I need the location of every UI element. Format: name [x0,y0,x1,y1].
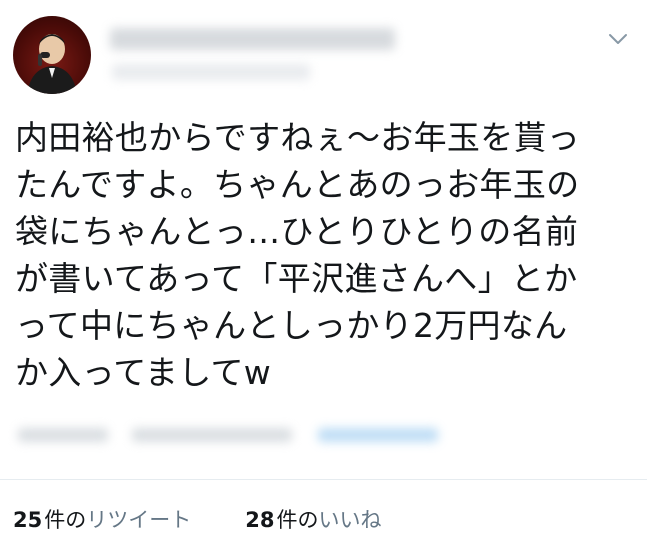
retweet-count-link[interactable]: 25 件の リツイート [13,506,191,534]
like-unit: 件の [276,508,319,532]
tweet-text-line: たんですよ。ちゃんとあのっお年玉の [15,165,580,204]
tweet-text-line: 袋にちゃんとっ…ひとりひとりの名前 [15,212,579,251]
tweet-meta-redacted [0,428,647,448]
author-handle-redacted[interactable] [112,64,310,80]
retweet-unit: 件の [44,508,87,532]
tweet-text-line: か入ってましてw [15,353,272,392]
tweet-stats: 25 件の リツイート 28 件の いいね [13,506,381,534]
timestamp-redacted [18,428,108,442]
source-link-redacted[interactable] [318,428,438,442]
date-redacted [132,428,292,442]
retweet-count: 25 [13,508,43,532]
author-name-redacted[interactable] [110,28,395,50]
like-count: 28 [245,508,275,532]
divider [0,479,647,480]
tweet-text-line: 内田裕也からですねぇ〜お年玉を貰っ [15,118,581,157]
avatar[interactable] [13,16,91,94]
tweet-text-line: が書いてあって「平沢進さんへ」とか [15,259,578,298]
like-count-link[interactable]: 28 件の いいね [245,506,381,534]
tweet-text: 内田裕也からですねぇ〜お年玉を貰っ たんですよ。ちゃんとあのっお年玉の 袋にちゃ… [15,114,635,396]
chevron-down-icon[interactable] [606,30,630,48]
retweet-label: リツイート [86,508,192,532]
like-label: いいね [318,508,382,532]
tweet-text-line: って中にちゃんとしっかり2万円なん [15,306,568,345]
